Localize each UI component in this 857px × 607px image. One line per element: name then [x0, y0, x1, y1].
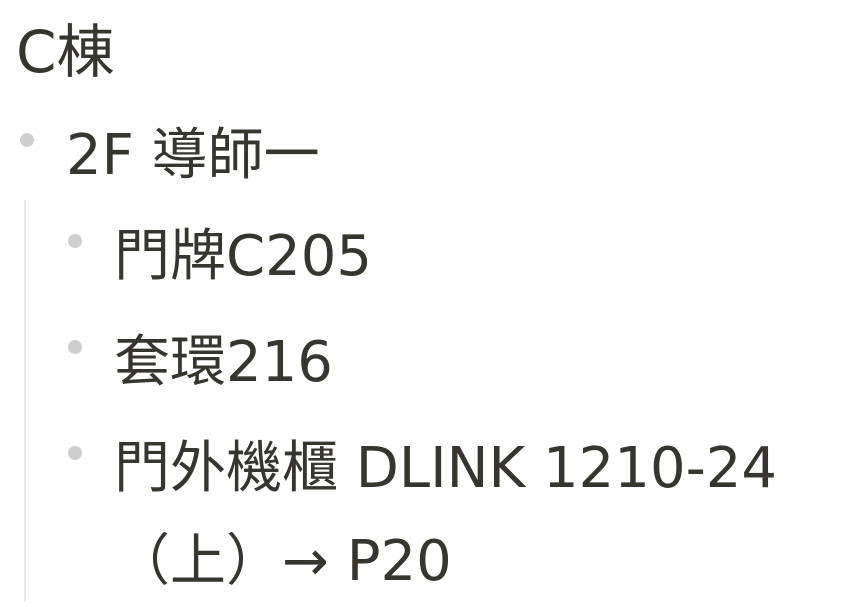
bullet-icon [68, 234, 82, 248]
list-item-cabinet-cont[interactable]: （上）→ P20 [114, 517, 452, 607]
page-heading: C棟 [16, 18, 115, 86]
list-item-c205[interactable]: 門牌C205 [114, 209, 372, 305]
bullet-icon [68, 446, 82, 460]
list-item-216[interactable]: 套環216 [114, 315, 333, 411]
bullet-icon [20, 133, 34, 147]
list-item-2f[interactable]: 2F 導師一 [66, 108, 320, 204]
indent-guide [24, 200, 26, 602]
list-item-cabinet[interactable]: 門外機櫃 DLINK 1210-24 [114, 421, 777, 517]
bullet-icon [68, 340, 82, 354]
